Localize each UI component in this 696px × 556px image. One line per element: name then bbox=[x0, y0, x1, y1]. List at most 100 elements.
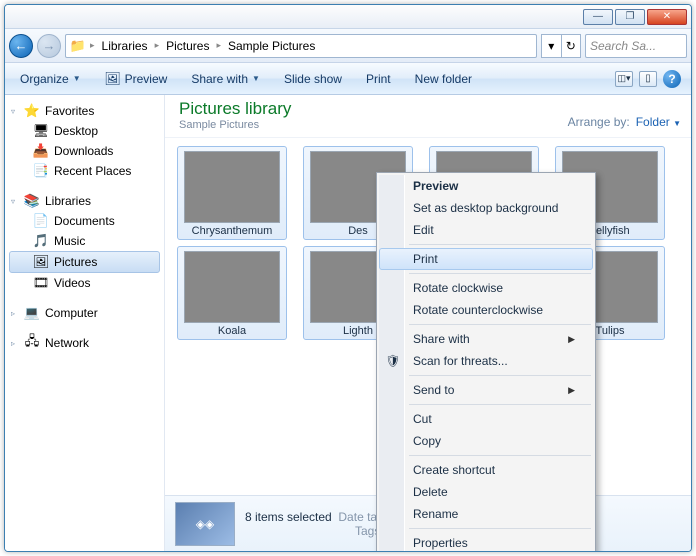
thumbnail-chrysanthemum[interactable]: Chrysanthemum bbox=[177, 146, 287, 240]
sidebar-item-computer[interactable]: ▹ 💻 Computer bbox=[9, 303, 160, 323]
sidebar-item-label: Desktop bbox=[54, 124, 98, 138]
breadcrumb-libraries[interactable]: Libraries bbox=[99, 39, 151, 53]
arrange-by-control[interactable]: Arrange by: Folder ▼ bbox=[568, 99, 681, 131]
breadcrumb-pictures[interactable]: Pictures bbox=[163, 39, 212, 53]
selection-count: 8 items selected bbox=[245, 510, 332, 524]
context-menu-separator bbox=[409, 404, 591, 405]
chevron-right-icon: ▸ bbox=[216, 40, 221, 51]
address-bar[interactable]: 📁 ▸ Libraries ▸ Pictures ▸ Sample Pictur… bbox=[65, 34, 537, 58]
context-menu-separator bbox=[409, 455, 591, 456]
context-menu-send-to[interactable]: Send to ▶ bbox=[379, 379, 593, 401]
help-icon: ? bbox=[668, 72, 675, 86]
view-options-button[interactable]: ◫▾ bbox=[615, 71, 633, 87]
context-menu-properties[interactable]: Properties bbox=[379, 532, 593, 552]
search-placeholder: Search Sa... bbox=[590, 39, 656, 53]
expander-icon: ▿ bbox=[11, 107, 19, 116]
context-menu-item-label: Create shortcut bbox=[413, 463, 495, 477]
sidebar-item-label: Videos bbox=[54, 276, 90, 290]
arrange-by-label: Arrange by: bbox=[568, 115, 630, 129]
sidebar-libraries-header[interactable]: ▿📚Libraries bbox=[9, 191, 160, 211]
submenu-arrow-icon: ▶ bbox=[568, 334, 575, 345]
sidebar-favorites-label: Favorites bbox=[45, 104, 94, 118]
pictures-icon: 🖼 bbox=[33, 254, 49, 270]
print-button[interactable]: Print bbox=[361, 69, 396, 89]
maximize-button[interactable]: ❐ bbox=[615, 9, 645, 25]
context-menu-share-with[interactable]: Share with ▶ bbox=[379, 328, 593, 350]
address-dropdown-button[interactable]: ▾ bbox=[541, 34, 561, 58]
context-menu-rename[interactable]: Rename bbox=[379, 503, 593, 525]
sidebar-item-documents[interactable]: 📄 Documents bbox=[9, 211, 160, 231]
slide-show-button[interactable]: Slide show bbox=[279, 69, 347, 89]
context-menu-print[interactable]: Print bbox=[379, 248, 593, 270]
computer-icon: 💻 bbox=[24, 305, 40, 321]
titlebar: — ❐ ✕ bbox=[5, 5, 691, 29]
context-menu-item-label: Rotate counterclockwise bbox=[413, 303, 543, 317]
sidebar-item-label: Recent Places bbox=[54, 164, 131, 178]
context-menu-item-label: Send to bbox=[413, 383, 454, 397]
search-input[interactable]: Search Sa... bbox=[585, 34, 687, 58]
back-button[interactable]: ← bbox=[9, 34, 33, 58]
share-with-button[interactable]: Share with ▼ bbox=[186, 69, 265, 89]
close-button[interactable]: ✕ bbox=[647, 9, 687, 25]
sidebar-item-videos[interactable]: 🎞Videos bbox=[9, 273, 160, 293]
context-menu-item-label: Share with bbox=[413, 332, 470, 346]
context-menu-create-shortcut[interactable]: Create shortcut bbox=[379, 459, 593, 481]
context-menu-item-label: Rotate clockwise bbox=[413, 281, 503, 295]
sidebar-item-recent[interactable]: 📑Recent Places bbox=[9, 161, 160, 181]
submenu-arrow-icon: ▶ bbox=[568, 385, 575, 396]
breadcrumb-sample-pictures[interactable]: Sample Pictures bbox=[225, 39, 318, 53]
sidebar-item-music[interactable]: 🎵Music bbox=[9, 231, 160, 251]
context-menu-rotate-counterclockwise[interactable]: Rotate counterclockwise bbox=[379, 299, 593, 321]
context-menu-delete[interactable]: Delete bbox=[379, 481, 593, 503]
expander-icon: ▿ bbox=[11, 197, 19, 206]
context-menu-item-label: Properties bbox=[413, 536, 468, 550]
context-menu-preview[interactable]: Preview bbox=[379, 175, 593, 197]
forward-button[interactable]: → bbox=[37, 34, 61, 58]
context-menu-item-label: Set as desktop background bbox=[413, 201, 558, 215]
sidebar-favorites-group: ▿ ⭐ Favorites 🖥Desktop 📥 Downloads 📑Recent Pl… bbox=[9, 101, 160, 181]
sidebar-item-label: Documents bbox=[54, 214, 115, 228]
context-menu-copy[interactable]: Copy bbox=[379, 430, 593, 452]
preview-pane-button[interactable]: ▯ bbox=[639, 71, 657, 87]
preview-button[interactable]: 🖼 Preview bbox=[100, 68, 173, 90]
navigation-row: ← → 📁 ▸ Libraries ▸ Pictures ▸ Sample Pi… bbox=[5, 29, 691, 63]
preview-icon: 🖼 bbox=[105, 71, 121, 87]
new-folder-button[interactable]: New folder bbox=[410, 69, 477, 89]
minimize-button[interactable]: — bbox=[583, 9, 613, 25]
context-menu-separator bbox=[409, 528, 591, 529]
slide-show-label: Slide show bbox=[284, 72, 342, 86]
sidebar-item-network[interactable]: ▹🖧Network bbox=[9, 333, 160, 353]
organize-button[interactable]: Organize ▼ bbox=[15, 69, 86, 89]
context-menu-separator bbox=[409, 273, 591, 274]
sidebar-item-label: Downloads bbox=[54, 144, 113, 158]
organize-label: Organize bbox=[20, 72, 69, 86]
context-menu-item-label: Print bbox=[413, 252, 438, 266]
library-header: Pictures library Sample Pictures Arrange… bbox=[165, 95, 691, 138]
context-menu-rotate-clockwise[interactable]: Rotate clockwise bbox=[379, 277, 593, 299]
context-menu-cut[interactable]: Cut bbox=[379, 408, 593, 430]
context-menu-scan-for-threats[interactable]: 🛡Scan for threats... bbox=[379, 350, 593, 372]
refresh-icon: ↻ bbox=[566, 39, 576, 53]
new-folder-label: New folder bbox=[415, 72, 472, 86]
downloads-icon: 📥 bbox=[33, 143, 49, 159]
help-button[interactable]: ? bbox=[663, 70, 681, 88]
star-icon: ⭐ bbox=[24, 103, 40, 119]
context-menu-edit[interactable]: Edit bbox=[379, 219, 593, 241]
preview-label: Preview bbox=[125, 72, 168, 86]
documents-icon: 📄 bbox=[33, 213, 49, 229]
sidebar-item-pictures[interactable]: 🖼Pictures bbox=[9, 251, 160, 273]
context-menu-set-as-desktop-background[interactable]: Set as desktop background bbox=[379, 197, 593, 219]
thumbnail-koala[interactable]: Koala bbox=[177, 246, 287, 340]
sidebar-item-desktop[interactable]: 🖥Desktop bbox=[9, 121, 160, 141]
sidebar-item-downloads[interactable]: 📥 Downloads bbox=[9, 141, 160, 161]
folder-icon: 📁 bbox=[70, 38, 86, 54]
thumbnail-caption: Chrysanthemum bbox=[182, 223, 282, 237]
sidebar-favorites-header[interactable]: ▿ ⭐ Favorites bbox=[9, 101, 160, 121]
thumbnail-image bbox=[184, 151, 280, 223]
context-menu-separator bbox=[409, 244, 591, 245]
sidebar-computer-label: Computer bbox=[45, 306, 98, 320]
expander-icon: ▹ bbox=[11, 309, 19, 318]
context-menu-item-label: Copy bbox=[413, 434, 441, 448]
shield-icon: 🛡 bbox=[385, 353, 401, 369]
refresh-button[interactable]: ↻ bbox=[561, 34, 582, 58]
